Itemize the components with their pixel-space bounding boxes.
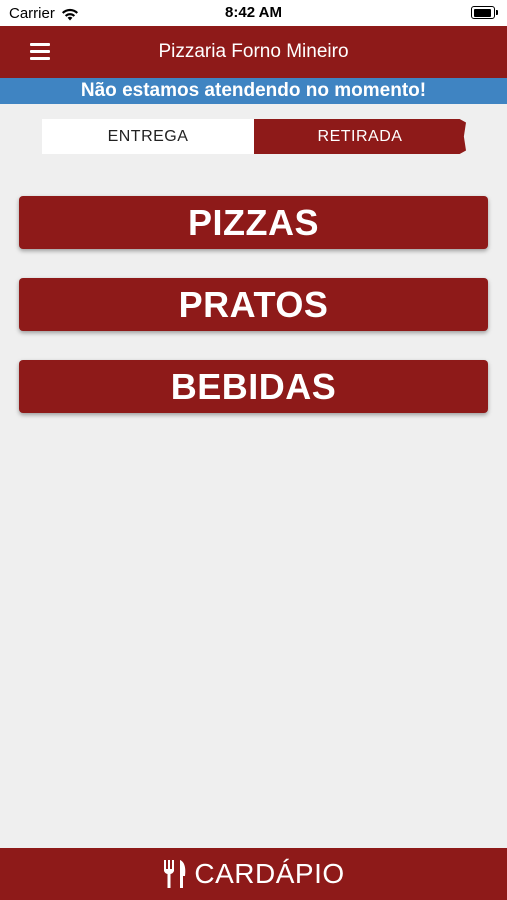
- category-pizzas-button[interactable]: PIZZAS: [19, 196, 488, 249]
- page-title: Pizzaria Forno Mineiro: [158, 41, 349, 62]
- tab-entrega[interactable]: ENTREGA: [42, 119, 254, 154]
- status-bar: Carrier 8:42 AM: [0, 0, 507, 26]
- nav-bar: Pizzaria Forno Mineiro: [0, 26, 507, 78]
- cardapio-tab-button[interactable]: CARDÁPIO: [0, 848, 507, 900]
- cardapio-label: CARDÁPIO: [194, 858, 345, 889]
- order-type-selector: ENTREGA RETIRADA: [42, 119, 466, 154]
- category-pratos-button[interactable]: PRATOS: [19, 278, 488, 331]
- status-time: 8:42 AM: [225, 4, 282, 21]
- battery-icon: [471, 6, 498, 19]
- category-bebidas-button[interactable]: BEBIDAS: [19, 360, 488, 413]
- tab-retirada[interactable]: RETIRADA: [254, 119, 466, 154]
- cutlery-icon: [164, 860, 186, 888]
- closed-notice-banner: Não estamos atendendo no momento!: [0, 78, 507, 104]
